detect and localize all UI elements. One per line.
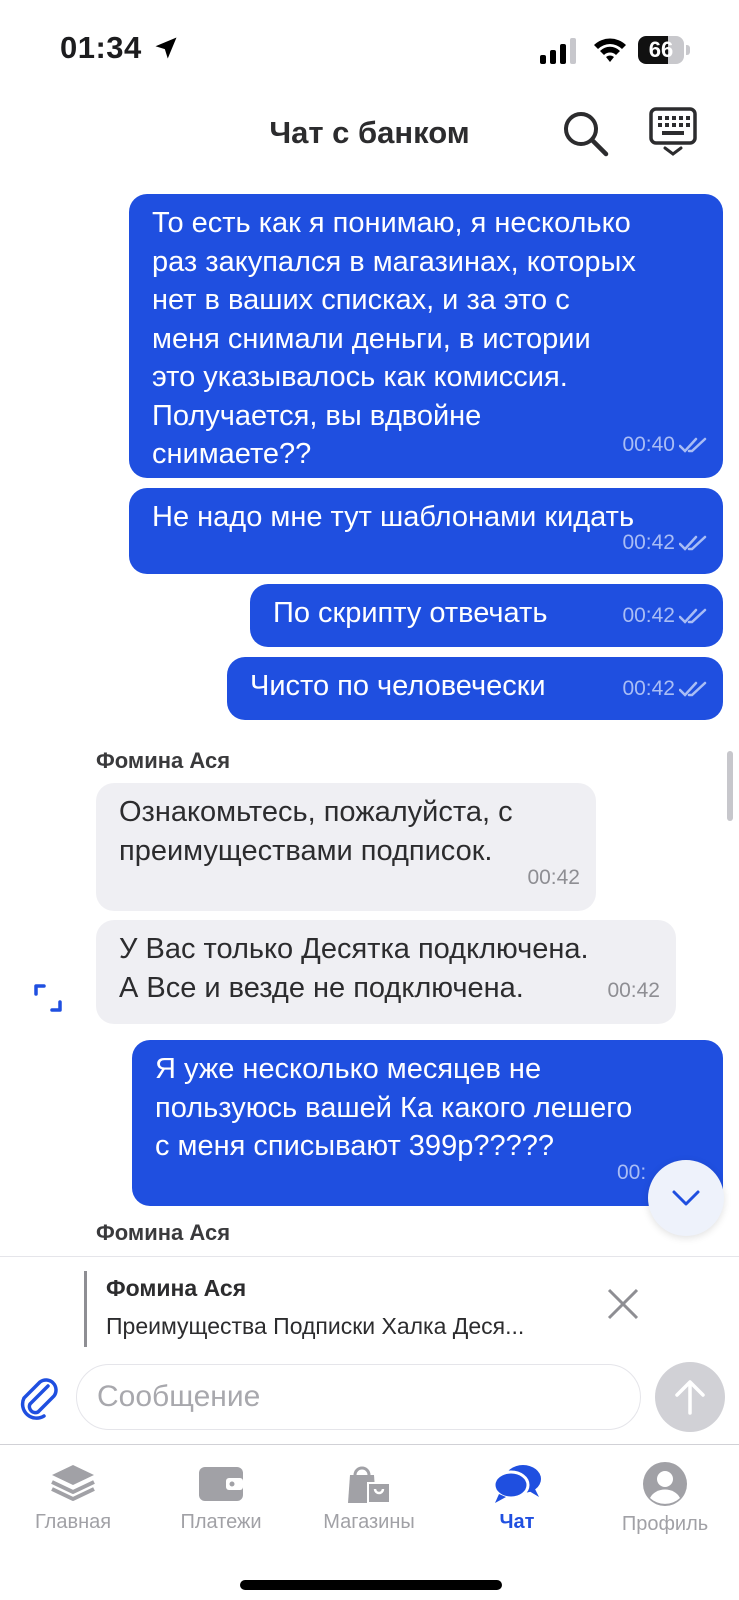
message-meta: 00: (617, 1154, 646, 1193)
message-time: 00:42 (607, 978, 660, 1002)
tab-label: Профиль (621, 1513, 709, 1535)
message-meta: 00:42 (607, 972, 660, 1011)
close-icon[interactable] (606, 1287, 640, 1321)
message-incoming[interactable]: У Вас только Десятка подключена. А Все и… (96, 920, 676, 1024)
scroll-indicator[interactable] (727, 751, 733, 821)
wifi-icon (594, 38, 626, 62)
arrow-up-icon (675, 1380, 705, 1415)
message-outgoing[interactable]: То есть как я понимаю, я несколько раз з… (129, 194, 723, 478)
sender-name: Фомина Ася (96, 1220, 231, 1245)
message-meta: 00:42 (527, 859, 580, 898)
message-time: 00: (617, 1160, 647, 1184)
message-text: Не надо мне тут шаблонами кидать (152, 501, 635, 533)
tab-bar: Главная Платежи Магазины Чат Профиль (0, 1444, 739, 1600)
read-ticks-icon (679, 608, 707, 624)
paperclip-icon[interactable] (18, 1374, 60, 1420)
composer (0, 1356, 739, 1444)
tab-profile[interactable]: Профиль (595, 1461, 735, 1561)
home-indicator (240, 1580, 502, 1590)
message-outgoing[interactable]: По скрипту отвечать 00:42 (250, 584, 723, 647)
location-arrow-icon (155, 37, 177, 59)
layers-icon (51, 1465, 95, 1501)
tab-home[interactable]: Главная (3, 1461, 143, 1561)
chat-header: Чат с банком (0, 100, 739, 186)
message-text: У Вас только Десятка подключена. А Все и… (119, 933, 589, 1004)
chevron-down-icon (672, 1190, 700, 1206)
message-text: Чисто по человечески (250, 670, 546, 702)
message-text: Я уже несколько месяцев не пользуюсь ваш… (155, 1053, 633, 1162)
reply-sender-name: Фомина Ася (106, 1275, 247, 1301)
message-time: 00:42 (527, 865, 580, 889)
message-outgoing[interactable]: Не надо мне тут шаблонами кидать 00:42 (129, 488, 723, 574)
message-time: 00:40 (622, 432, 675, 456)
message-meta: 00:40 (622, 426, 709, 465)
read-ticks-icon (679, 437, 707, 453)
expand-icon[interactable] (34, 984, 62, 1012)
reply-preview: Фомина Ася Преимущества Подписки Халка Д… (0, 1256, 739, 1356)
tab-label: Главная (34, 1511, 112, 1533)
message-input[interactable] (76, 1364, 641, 1430)
reply-accent-bar (84, 1271, 87, 1347)
status-time: 01:34 (60, 30, 142, 65)
message-outgoing[interactable]: Чисто по человечески 00:42 (227, 657, 723, 720)
battery-indicator: 66 (638, 36, 690, 64)
message-meta: 00:42 (622, 524, 709, 563)
cellular-signal-icon (540, 38, 576, 64)
wallet-icon (199, 1467, 243, 1501)
profile-icon (643, 1462, 687, 1506)
status-bar: 01:34 66 (0, 0, 739, 100)
message-outgoing[interactable]: Я уже несколько месяцев не пользуюсь ваш… (132, 1040, 723, 1206)
message-time: 00:42 (622, 603, 675, 627)
page-title: Чат с банком (269, 115, 470, 150)
message-text: Ознакомьтесь, пожалуйста, с преимущества… (119, 796, 513, 867)
search-icon[interactable] (560, 108, 612, 160)
sender-name: Фомина Ася (96, 748, 231, 773)
tab-chat[interactable]: Чат (447, 1461, 587, 1561)
message-list[interactable]: То есть как я понимаю, я несколько раз з… (0, 186, 739, 1256)
message-meta: 00:42 (622, 597, 709, 636)
chat-bubbles-icon (492, 1465, 541, 1503)
tab-label: Магазины (323, 1511, 415, 1533)
tab-label: Чат (499, 1511, 535, 1533)
message-text: То есть как я понимаю, я несколько раз з… (152, 207, 636, 470)
send-button[interactable] (655, 1362, 725, 1432)
message-meta: 00:42 (622, 670, 709, 709)
message-time: 00:42 (622, 676, 675, 700)
battery-percent: 66 (648, 37, 674, 62)
shopping-bags-icon (348, 1466, 391, 1504)
tab-label: Платежи (180, 1511, 262, 1533)
read-ticks-icon (679, 535, 707, 551)
read-ticks-icon (679, 681, 707, 697)
reply-message-text: Преимущества Подписки Халка Деся... (106, 1313, 525, 1339)
message-time: 00:42 (622, 530, 675, 554)
tab-payments[interactable]: Платежи (151, 1461, 291, 1561)
message-text: По скрипту отвечать (273, 597, 548, 629)
keyboard-icon[interactable] (648, 106, 698, 156)
tab-shops[interactable]: Магазины (299, 1461, 439, 1561)
message-incoming[interactable]: Ознакомьтесь, пожалуйста, с преимущества… (96, 783, 596, 911)
scroll-down-button[interactable] (648, 1160, 724, 1236)
